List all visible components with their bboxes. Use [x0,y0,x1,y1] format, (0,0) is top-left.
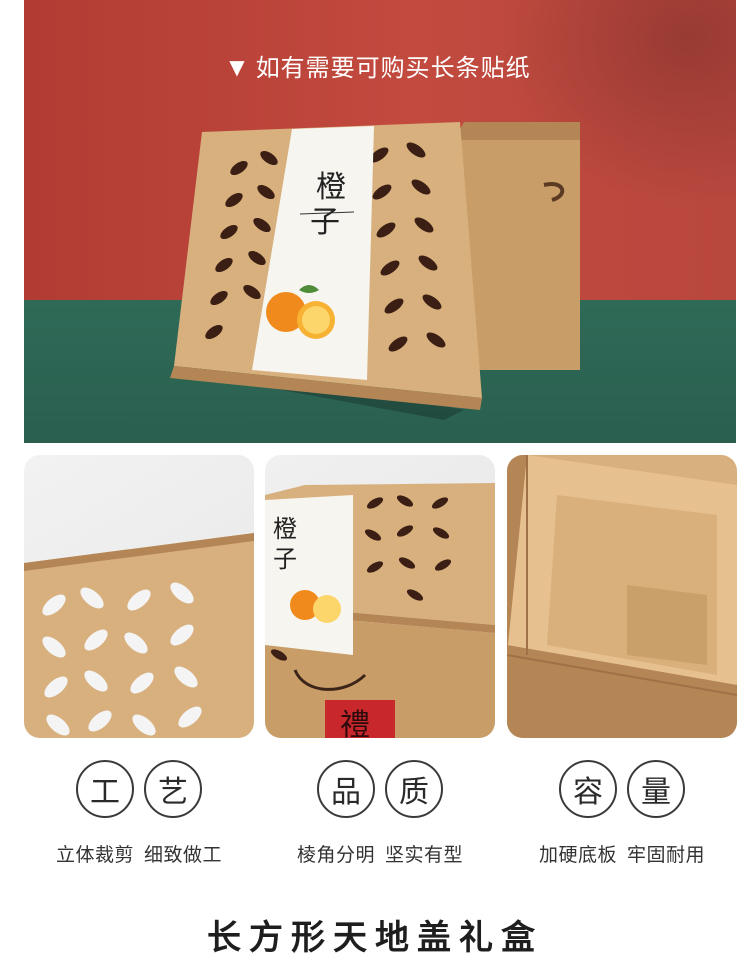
feature-char-circle: 量 [627,760,685,818]
gift-box-illustration: 橙 子 [170,122,580,420]
panel-box-with-label: 橙 子 禮 [265,455,495,738]
label-title-bottom: 子 [310,205,340,240]
box-body-side [454,122,580,140]
product-title: 长方形天地盖礼盒 [207,918,543,958]
feature-description: 加硬底板 牢固耐用 [538,844,706,866]
panel-label-title-bottom: 子 [273,545,297,573]
box-label-illustration: 橙 子 禮 [265,483,495,738]
feature-quality: 品 质 棱角分明 坚实有型 [260,760,500,867]
panel-die-cut-detail [24,455,254,738]
feature-char-circle: 艺 [144,760,202,818]
feature-description: 立体裁剪 细致做工 [55,844,223,866]
panel-label-title-top: 橙 [273,515,297,543]
feature-description: 棱角分明 坚实有型 [296,844,464,866]
feature-capacity: 容 量 加硬底板 牢固耐用 [502,760,742,867]
feature-char-circle: 容 [559,760,617,818]
open-box-illustration [507,455,737,738]
label-title-top: 橙 [316,170,346,205]
hero-image: ▼ 如有需要可购买长条贴纸 橙 子 [24,0,736,443]
die-cut-illustration [24,533,254,738]
stamp-char: 禮 [340,708,370,738]
feature-char-circle: 工 [76,760,134,818]
feature-char-circle: 品 [317,760,375,818]
feature-char-circle: 质 [385,760,443,818]
panel-open-box-interior [507,455,737,738]
feature-craftsmanship: 工 艺 立体裁剪 细致做工 [19,760,259,867]
